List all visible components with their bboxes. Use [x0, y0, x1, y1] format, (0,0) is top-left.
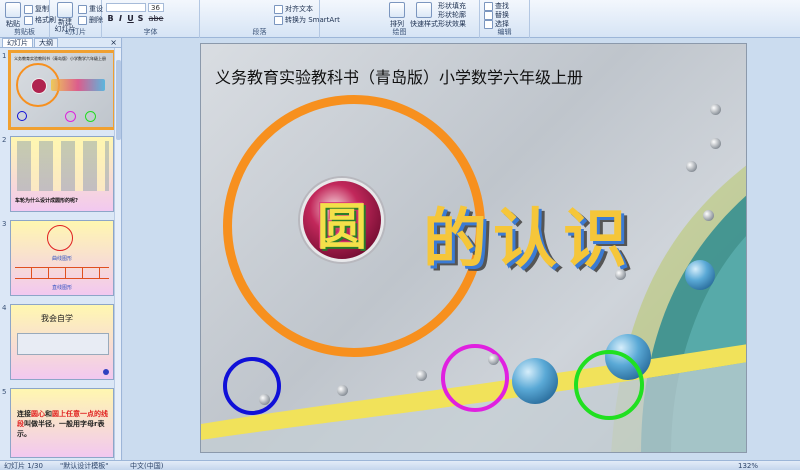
- slide-thumbnail-4[interactable]: 我会自学: [10, 304, 114, 380]
- rivet: [337, 385, 348, 396]
- quick-styles-icon: [416, 2, 432, 18]
- slides-panel: 幻灯片 大纲 × 1 义务教育实验教科书（青岛版）小学数学六年级上册 2 车轮为…: [0, 38, 122, 460]
- copy-icon: [24, 4, 33, 14]
- align-text-button[interactable]: 对齐文本: [274, 4, 313, 14]
- rivet: [259, 394, 270, 405]
- paragraph-group-label: 段落: [252, 28, 267, 36]
- rivet: [615, 269, 626, 280]
- copy-button[interactable]: 复制: [24, 4, 49, 14]
- thumb-dot: [103, 369, 109, 375]
- blue-sphere: [512, 358, 558, 404]
- thumb-title: 义务教育实验教科书（青岛版）小学数学六年级上册: [14, 56, 106, 61]
- panel-scrollbar[interactable]: [114, 48, 121, 460]
- rivet: [488, 354, 499, 365]
- powerpoint-window: 粘贴 复制 格式刷 剪贴板 新建 幻灯片 重设 删除 幻灯片 36 B I U …: [0, 0, 800, 470]
- editing-group: 查找 替换 选择 编辑: [480, 0, 530, 38]
- delete-icon: [78, 15, 87, 25]
- clipboard-group-label: 剪贴板: [14, 28, 35, 36]
- new-slide-icon: [57, 2, 73, 18]
- zoom-level[interactable]: 132%: [738, 461, 758, 470]
- quick-styles-button[interactable]: 快速样式: [410, 1, 438, 29]
- slide-editor: 义务教育实验教科书（青岛版）小学数学六年级上册 圆 的认识: [123, 38, 800, 460]
- slide-thumbnail-3[interactable]: 曲线图形 直线图形: [10, 220, 114, 296]
- green-circle[interactable]: [574, 350, 644, 420]
- font-size-combo[interactable]: 36: [148, 3, 164, 12]
- slide-number: 4: [2, 304, 7, 312]
- slide-thumbnail-1[interactable]: 义务教育实验教科书（青岛版）小学数学六年级上册: [8, 50, 116, 130]
- drawing-group-label: 绘图: [392, 28, 407, 36]
- ribbon: 粘贴 复制 格式刷 剪贴板 新建 幻灯片 重设 删除 幻灯片 36 B I U …: [0, 0, 800, 38]
- slide-number: 5: [2, 388, 7, 396]
- reset-button[interactable]: 重设: [78, 4, 103, 14]
- blue-sphere: [685, 260, 715, 290]
- editing-group-label: 编辑: [497, 28, 512, 36]
- scrollbar-thumb[interactable]: [116, 60, 121, 140]
- circle-badge[interactable]: 圆: [300, 178, 384, 262]
- paste-icon: [5, 2, 21, 18]
- align-text-icon: [274, 4, 283, 14]
- slides-group: 新建 幻灯片 重设 删除 幻灯片: [50, 0, 103, 38]
- theme-name[interactable]: "默认设计模板": [60, 461, 108, 470]
- smartart-icon: [274, 15, 283, 25]
- clipboard-group: 粘贴 复制 格式刷 剪贴板: [0, 0, 56, 38]
- thumb-red-circle: [47, 225, 73, 251]
- slide-title[interactable]: 义务教育实验教科书（青岛版）小学数学六年级上册: [215, 64, 583, 88]
- delete-button[interactable]: 删除: [78, 15, 103, 25]
- thumb-textbox: [17, 333, 109, 355]
- brush-icon: [24, 15, 33, 25]
- bold-button[interactable]: B: [106, 14, 115, 23]
- language[interactable]: 中文(中国): [130, 461, 163, 470]
- slide-number: 3: [2, 220, 7, 228]
- underline-button[interactable]: U: [126, 14, 135, 23]
- thumb-badge: [31, 78, 47, 94]
- strikethrough-button[interactable]: abe: [148, 14, 164, 23]
- thumb-title: 我会自学: [41, 314, 73, 323]
- rivet: [710, 104, 721, 115]
- thumb-shapes: [15, 267, 109, 279]
- slide-number: 1: [2, 52, 7, 60]
- title-word-art[interactable]: 的认识: [423, 188, 633, 280]
- reset-icon: [78, 4, 87, 14]
- rivet: [703, 210, 714, 221]
- slide-thumbnail-5[interactable]: 连接圆心和圆上任意一点的线段叫做半径，一般用字母r表示。: [10, 388, 114, 458]
- thumb-caption: 车轮为什么设计成圆形的呢?: [15, 198, 78, 204]
- thumb-curve-label: 曲线图形: [51, 256, 72, 262]
- thumb-definition: 连接圆心和圆上任意一点的线段叫做半径，一般用字母r表示。: [17, 410, 108, 438]
- blue-circle[interactable]: [223, 357, 281, 415]
- tab-outline[interactable]: 大纲: [34, 38, 58, 47]
- drawing-group: 排列 快速样式 形状填充 形状轮廓 形状效果 绘图: [320, 0, 480, 38]
- paste-button[interactable]: 粘贴: [2, 1, 24, 29]
- tab-slides[interactable]: 幻灯片: [2, 38, 33, 47]
- slide-thumbnail-2[interactable]: 车轮为什么设计成圆形的呢?: [10, 136, 114, 212]
- rivet: [710, 138, 721, 149]
- thumb-title-art: [51, 79, 105, 91]
- font-group: 36 B I U S abe 字体: [102, 0, 200, 38]
- arrange-button[interactable]: 排列: [386, 1, 408, 29]
- panel-tabs: 幻灯片 大纲 ×: [0, 38, 121, 48]
- shadow-button[interactable]: S: [136, 14, 145, 23]
- rivet: [686, 161, 697, 172]
- paragraph-group: 对齐文本 转换为 SmartArt 段落: [200, 0, 340, 38]
- rivet: [416, 370, 427, 381]
- slide-canvas[interactable]: 义务教育实验教科书（青岛版）小学数学六年级上册 圆 的认识: [200, 43, 747, 453]
- font-name-combo[interactable]: [106, 3, 146, 12]
- thumb-line-label: 直线图形: [51, 285, 72, 291]
- status-bar: 幻灯片 1/30 "默认设计模板" 中文(中国) 132%: [0, 460, 800, 470]
- thumb-magenta-ring: [65, 111, 76, 122]
- arrange-icon: [389, 2, 405, 18]
- magenta-circle[interactable]: [441, 344, 509, 412]
- thumb-green-ring: [85, 111, 96, 122]
- thumb-vehicles: [17, 141, 109, 191]
- thumb-blue-ring: [17, 111, 27, 121]
- italic-button[interactable]: I: [116, 14, 125, 23]
- font-group-label: 字体: [143, 28, 158, 36]
- slide-number: 2: [2, 136, 7, 144]
- close-panel-icon[interactable]: ×: [110, 38, 117, 47]
- badge-char: 圆: [317, 198, 367, 256]
- slide-count: 幻灯片 1/30: [4, 462, 43, 470]
- slides-group-label: 幻灯片: [65, 28, 86, 36]
